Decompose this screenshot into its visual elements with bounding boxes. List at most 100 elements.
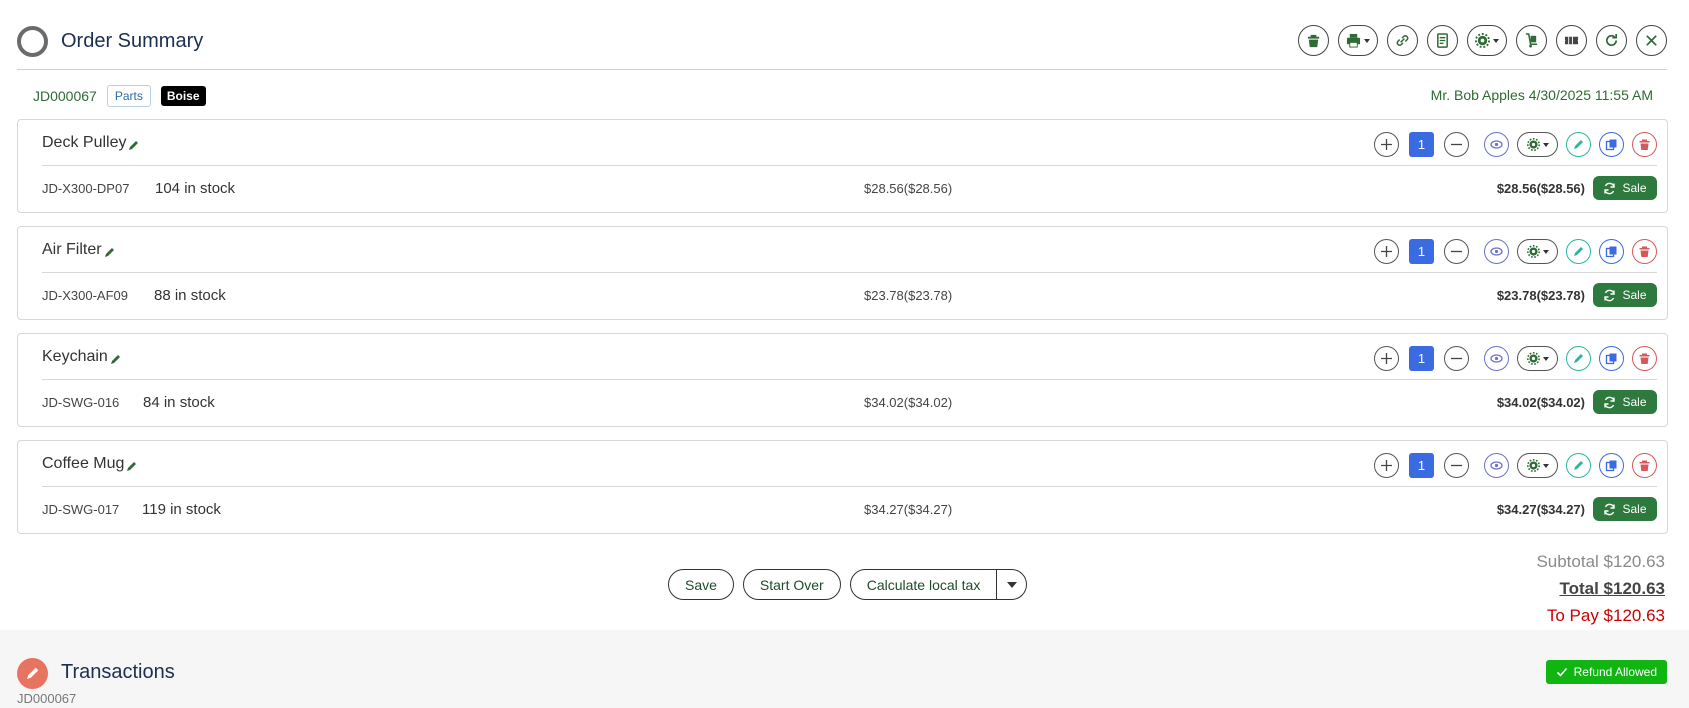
quantity-value[interactable]: 1 — [1409, 239, 1434, 264]
line-item: Air Filter 1 JD-X300-AF09 88 in stock $2… — [17, 226, 1668, 320]
view-item-button[interactable] — [1484, 346, 1509, 371]
item-name[interactable]: Keychain — [42, 348, 122, 366]
chevron-down-icon — [1542, 463, 1549, 468]
minus-icon — [1451, 250, 1462, 253]
copy-icon — [1605, 246, 1617, 258]
item-name[interactable]: Air Filter — [42, 241, 116, 259]
close-button[interactable] — [1636, 25, 1667, 56]
chevron-down-icon — [1542, 356, 1549, 361]
increase-qty-button[interactable] — [1374, 132, 1399, 157]
item-name[interactable]: Deck Pulley — [42, 134, 140, 152]
item-sku: JD-X300-DP07 — [42, 181, 130, 196]
item-settings-button[interactable] — [1517, 239, 1558, 264]
transactions-section: Transactions JD000067 Refund Allowed — [17, 656, 1667, 708]
quantity-value[interactable]: 1 — [1409, 453, 1434, 478]
copy-icon — [1605, 460, 1617, 472]
plus-icon — [1381, 353, 1392, 364]
item-sku: JD-SWG-016 — [42, 395, 120, 410]
total[interactable]: Total $120.63 — [1536, 575, 1665, 602]
copy-item-button[interactable] — [1599, 239, 1624, 264]
quantity-value[interactable]: 1 — [1409, 346, 1434, 371]
delete-item-button[interactable] — [1632, 239, 1657, 264]
decrease-qty-button[interactable] — [1444, 132, 1469, 157]
line-item: Keychain 1 JD-SWG-016 84 in stock $34.02… — [17, 333, 1668, 427]
settings-button[interactable] — [1467, 25, 1507, 56]
gear-icon — [1526, 459, 1540, 472]
save-button[interactable]: Save — [668, 569, 734, 600]
start-over-button[interactable]: Start Over — [742, 569, 841, 600]
print-icon — [1346, 33, 1361, 48]
sale-badge[interactable]: Sale — [1593, 176, 1657, 200]
item-name-label: Air Filter — [42, 241, 102, 258]
decrease-qty-button[interactable] — [1444, 239, 1469, 264]
increase-qty-button[interactable] — [1374, 239, 1399, 264]
delete-item-button[interactable] — [1632, 453, 1657, 478]
copy-icon — [1605, 353, 1617, 365]
transactions-order-id: JD000067 — [17, 691, 77, 706]
check-icon — [1556, 667, 1567, 677]
quantity-value[interactable]: 1 — [1409, 132, 1434, 157]
decrease-qty-button[interactable] — [1444, 346, 1469, 371]
item-unit-price: $34.27($34.27) — [864, 502, 953, 517]
edit-item-button[interactable] — [1566, 453, 1591, 478]
increase-qty-button[interactable] — [1374, 453, 1399, 478]
print-button[interactable] — [1338, 25, 1378, 56]
copy-item-button[interactable] — [1599, 453, 1624, 478]
item-stock: 88 in stock — [154, 287, 226, 304]
refund-allowed-badge: Refund Allowed — [1545, 660, 1667, 684]
calculate-tax-button[interactable]: Calculate local tax — [851, 570, 998, 599]
sale-badge-label: Sale — [1622, 395, 1647, 409]
item-settings-button[interactable] — [1517, 132, 1558, 157]
chevron-down-icon — [1364, 38, 1370, 43]
tax-options-dropdown[interactable] — [997, 570, 1026, 599]
shipping-button[interactable] — [1516, 25, 1547, 56]
edit-item-button[interactable] — [1566, 132, 1591, 157]
item-line-total: $34.27($34.27) — [1496, 502, 1585, 517]
pencil-icon — [129, 140, 139, 150]
ticket-button[interactable] — [1556, 25, 1587, 56]
pencil-icon — [127, 461, 137, 471]
pencil-icon — [1574, 140, 1583, 149]
item-name[interactable]: Coffee Mug — [42, 455, 138, 473]
copy-item-button[interactable] — [1599, 346, 1624, 371]
edit-item-button[interactable] — [1566, 346, 1591, 371]
sale-badge[interactable]: Sale — [1593, 390, 1657, 414]
item-name-label: Coffee Mug — [42, 455, 125, 472]
link-button[interactable] — [1387, 25, 1418, 56]
item-stock: 104 in stock — [155, 180, 236, 197]
refund-allowed-label: Refund Allowed — [1573, 665, 1657, 679]
view-item-button[interactable] — [1484, 132, 1509, 157]
item-controls: 1 — [1374, 239, 1657, 264]
order-id: JD000067 — [33, 88, 97, 104]
receipt-button[interactable] — [1427, 25, 1458, 56]
item-settings-button[interactable] — [1517, 453, 1558, 478]
delete-item-button[interactable] — [1632, 346, 1657, 371]
copy-item-button[interactable] — [1599, 132, 1624, 157]
delete-item-button[interactable] — [1632, 132, 1657, 157]
to-pay: To Pay $120.63 — [1546, 606, 1665, 625]
edit-item-button[interactable] — [1566, 239, 1591, 264]
order-type-tag: Parts — [106, 85, 151, 107]
minus-icon — [1451, 143, 1462, 146]
trash-icon — [1639, 460, 1650, 471]
item-controls: 1 — [1374, 453, 1657, 478]
increase-qty-button[interactable] — [1374, 346, 1399, 371]
plus-icon — [1381, 460, 1392, 471]
delete-order-button[interactable] — [1298, 25, 1329, 56]
decrease-qty-button[interactable] — [1444, 453, 1469, 478]
item-unit-price: $23.78($23.78) — [864, 288, 953, 303]
copy-icon — [1605, 139, 1617, 151]
sale-badge[interactable]: Sale — [1593, 497, 1657, 521]
plus-icon — [1381, 139, 1392, 150]
calculate-tax-split-button: Calculate local tax — [849, 569, 1028, 600]
item-settings-button[interactable] — [1517, 346, 1558, 371]
view-item-button[interactable] — [1484, 453, 1509, 478]
view-item-button[interactable] — [1484, 239, 1509, 264]
sale-badge[interactable]: Sale — [1593, 283, 1657, 307]
sync-icon — [1604, 289, 1616, 301]
loading-spinner-icon — [17, 26, 48, 57]
edit-transactions-button[interactable] — [17, 658, 48, 689]
refresh-button[interactable] — [1596, 25, 1627, 56]
item-controls: 1 — [1374, 132, 1657, 157]
pencil-icon — [104, 247, 114, 257]
